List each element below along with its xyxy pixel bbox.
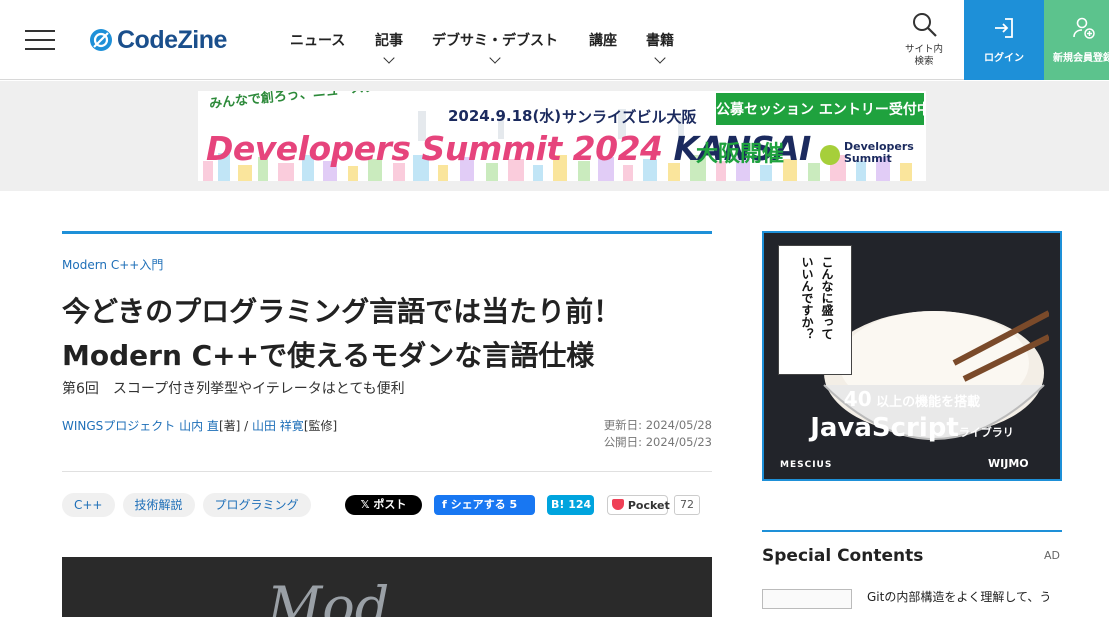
tag-tech[interactable]: 技術解説 <box>122 493 195 517</box>
mescius-logo: MESCIUS <box>780 460 833 470</box>
pocket-icon <box>612 499 624 510</box>
signup-label: 新規会員登録 <box>1053 53 1109 64</box>
site-header: CodeZine ニュース 記事 デブサミ・デブスト 講座 書籍 サイト内 検索… <box>0 0 1109 80</box>
pocket-count: 72 <box>674 495 700 515</box>
login-button[interactable]: ログイン <box>964 0 1044 80</box>
login-label: ログイン <box>984 53 1024 64</box>
tag-list: C++ 技術解説 プログラミング <box>62 493 311 517</box>
hero-image: Mod <box>62 557 712 617</box>
nav-courses[interactable]: 講座 <box>589 30 617 50</box>
special-item-link[interactable]: Gitの内部構造をよく理解して、う <box>867 588 1051 605</box>
article-header: Modern C++入門 今どきのプログラミング言語では当たり前！Modern … <box>62 231 712 617</box>
ad-js-title: JavaScriptライブラリ <box>810 413 1014 443</box>
article-authors: WINGSプロジェクト 山内 直[著] / 山田 祥寛[監修] <box>62 419 338 433</box>
nav-devsumi[interactable]: デブサミ・デブスト <box>432 30 558 64</box>
special-contents-title: Special Contents <box>762 546 924 566</box>
add-user-icon <box>1073 17 1095 39</box>
ad-label: AD <box>1044 549 1060 562</box>
ad-features: 40 以上の機能を搭載 <box>843 387 981 411</box>
login-icon <box>995 18 1013 38</box>
devsumi-kansai-banner[interactable]: みんなで創ろう、ニュースタンダード 2024.9.18(水) サンライズビル大阪… <box>198 91 926 181</box>
chevron-down-icon <box>383 52 395 64</box>
published-date: 公開日: 2024/05/23 <box>603 435 712 449</box>
banner-venue: サンライズビル大阪 <box>562 108 697 126</box>
codezine-logo-icon <box>90 29 112 51</box>
hero-word: Mod <box>267 575 390 617</box>
search-label: サイト内 検索 <box>904 44 943 67</box>
logo-text: CodeZine <box>117 25 227 54</box>
tag-cpp[interactable]: C++ <box>62 493 115 517</box>
site-search-button[interactable]: サイト内 検索 <box>884 0 964 80</box>
supervisor-link[interactable]: 山田 祥寛 <box>252 419 304 433</box>
banner-date: 2024.9.18(水) <box>448 107 562 125</box>
special-divider <box>762 530 1062 532</box>
series-link[interactable]: Modern C++入門 <box>62 256 163 273</box>
nav-news[interactable]: ニュース <box>290 30 345 50</box>
nav-articles[interactable]: 記事 <box>375 30 403 64</box>
banner-strip: みんなで創ろう、ニュースタンダード 2024.9.18(水) サンライズビル大阪… <box>0 81 1109 191</box>
tag-programming[interactable]: プログラミング <box>202 493 311 517</box>
updated-date: 更新日: 2024/05/28 <box>603 418 712 432</box>
chevron-down-icon <box>654 52 666 64</box>
wijmo-logo: WIJMO <box>988 457 1029 470</box>
divider <box>62 471 712 472</box>
search-icon <box>913 13 937 37</box>
chevron-down-icon <box>489 52 501 64</box>
pocket-button[interactable]: Pocket <box>607 495 670 515</box>
devsumi-logo-icon <box>820 145 840 165</box>
article-dates: 更新日: 2024/05/28 公開日: 2024/05/23 <box>604 417 712 451</box>
article-subtitle: 第6回 スコープ付き列挙型やイテレータはとても便利 <box>62 381 405 397</box>
devsumi-logo: Developers Summit <box>818 139 918 171</box>
author-link[interactable]: WINGSプロジェクト 山内 直 <box>62 419 219 433</box>
article-title: 今どきのプログラミング言語では当たり前！Modern C++で使えるモダンな言語… <box>62 295 622 372</box>
banner-osaka: 大阪開催 <box>696 142 785 167</box>
x-post-button[interactable]: 𝕏 ポスト <box>345 495 422 515</box>
site-logo[interactable]: CodeZine <box>89 25 227 55</box>
facebook-share-button[interactable]: f シェアする 5 <box>434 495 535 515</box>
nav-books[interactable]: 書籍 <box>646 30 674 64</box>
wijmo-ad[interactable]: こんなに盛って いいんですか？ 40 以上の機能を搭載 JavaScriptライ… <box>762 231 1062 481</box>
ad-vertical-text: こんなに盛って いいんですか？ <box>778 245 852 375</box>
signup-button[interactable]: 新規会員登録 <box>1044 0 1109 80</box>
banner-cta: 公募セッション エントリー受付中！ <box>714 91 926 127</box>
menu-icon[interactable] <box>25 30 55 50</box>
hatena-bookmark-button[interactable]: B! 124 <box>547 495 594 515</box>
special-thumbnail[interactable] <box>762 589 852 609</box>
